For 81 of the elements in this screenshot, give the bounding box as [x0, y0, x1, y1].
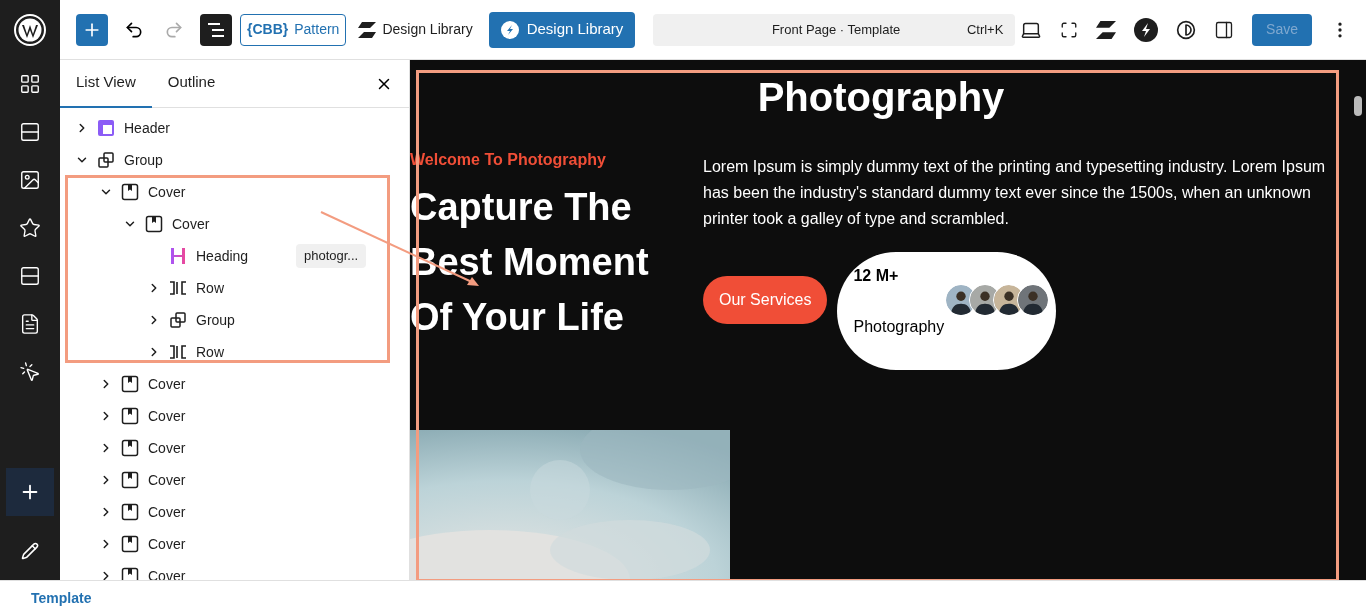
scrollbar-thumb[interactable]: [1354, 96, 1362, 116]
add-block-button[interactable]: [76, 13, 108, 46]
group-icon: [97, 151, 115, 169]
command-bar[interactable]: Front Page · Template Ctrl+K: [653, 13, 1016, 46]
shortcut-hint: Ctrl+K: [966, 20, 1004, 39]
tree-item[interactable]: Cover: [60, 496, 409, 528]
add-button[interactable]: [6, 468, 54, 516]
stack-logo-icon: [358, 21, 377, 38]
row-icon: [169, 281, 187, 295]
grid-icon[interactable]: [19, 73, 41, 95]
breadcrumb-link[interactable]: Template: [31, 587, 92, 609]
tree-item[interactable]: Cover: [60, 432, 409, 464]
rows-icon[interactable]: [19, 265, 41, 287]
group-icon: [169, 311, 187, 329]
panel-tab[interactable]: Outline: [151, 60, 232, 108]
tree-item[interactable]: Header: [60, 112, 409, 144]
contrast-icon[interactable]: [1176, 19, 1197, 40]
intro-paragraph: Lorem Ipsum is simply dummy text of the printing and typesetting industry. Lorem Ipsum has been the industry's standard dummy text ever since the 1500s, when an unknown printer took a galley of type and scrambled.: [703, 157, 1327, 229]
cover-icon: [121, 503, 139, 521]
tree-item[interactable]: Cover: [60, 368, 409, 400]
cover-icon: [121, 407, 139, 425]
content-preview-badge: photogr...: [296, 244, 367, 268]
design-library-button[interactable]: Design Library: [488, 11, 636, 48]
expand-icon[interactable]: [1060, 20, 1079, 39]
design-library-link[interactable]: Design Library: [354, 13, 477, 46]
pattern-button[interactable]: {CBB} Pattern: [240, 13, 347, 46]
cover-icon: [121, 439, 139, 457]
tree-item[interactable]: Group: [60, 144, 409, 176]
lightning-logo-icon: [500, 20, 519, 39]
tree-item[interactable]: Cover: [60, 400, 409, 432]
cover-icon: [121, 183, 139, 201]
tree-item[interactable]: Row: [60, 272, 409, 304]
star-icon[interactable]: [19, 217, 41, 239]
stack-logo-icon[interactable]: [1096, 20, 1117, 39]
tree-item-label: Cover: [148, 374, 187, 394]
tree-item[interactable]: Heading photogr...: [60, 240, 409, 272]
command-bar-title: Front Page · Template: [770, 20, 902, 39]
cover-icon: [121, 567, 139, 580]
tree-item[interactable]: Cover: [60, 528, 409, 560]
document-icon[interactable]: [19, 313, 41, 335]
row-icon: [169, 345, 187, 359]
tree-item-label: Cover: [148, 182, 187, 202]
cover-icon: [121, 471, 139, 489]
header-icon: [97, 119, 115, 137]
tree-item[interactable]: Cover: [60, 464, 409, 496]
tree-item[interactable]: Group: [60, 304, 409, 336]
tree-item-label: Cover: [148, 406, 187, 426]
tree-item-label: Group: [124, 150, 164, 170]
stat-value: 12 M+: [853, 266, 899, 286]
pointer-icon[interactable]: [19, 361, 41, 383]
tree-item-label: Heading: [196, 246, 250, 266]
tree-item[interactable]: Cover: [60, 176, 409, 208]
stat-label: Photography: [853, 317, 945, 337]
tree-item[interactable]: Cover: [60, 208, 409, 240]
list-view-button[interactable]: [200, 13, 232, 46]
sidebar-toggle-icon[interactable]: [1214, 19, 1235, 40]
tree-item-label: Cover: [148, 566, 187, 580]
tree-item[interactable]: Row: [60, 336, 409, 368]
wordpress-logo-icon[interactable]: [14, 14, 46, 46]
list-view-icon: [207, 22, 225, 37]
tree-item-label: Group: [196, 310, 236, 330]
undo-icon[interactable]: [124, 19, 144, 40]
our-services-button[interactable]: Our Services: [703, 276, 828, 324]
tree-item-label: Cover: [172, 214, 211, 234]
tree-item-label: Header: [124, 118, 171, 138]
tree-item-label: Cover: [148, 502, 187, 522]
lightning-logo-icon[interactable]: [1134, 17, 1159, 42]
tree-item[interactable]: Cover: [60, 560, 409, 580]
cover-icon: [121, 535, 139, 553]
tree-item-label: Cover: [148, 470, 187, 490]
panel-tab[interactable]: List View: [60, 60, 152, 108]
cover-icon: [121, 375, 139, 393]
heading-icon: [170, 247, 186, 265]
cover-icon: [145, 215, 163, 233]
page-title: Photography: [757, 74, 1006, 120]
tree-item-label: Row: [196, 278, 225, 298]
tree-item-label: Row: [196, 342, 225, 362]
pencil-icon[interactable]: [21, 542, 39, 560]
tree-item-label: Cover: [148, 438, 187, 458]
image-icon[interactable]: [19, 169, 41, 191]
tree-item-label: Cover: [148, 534, 187, 554]
